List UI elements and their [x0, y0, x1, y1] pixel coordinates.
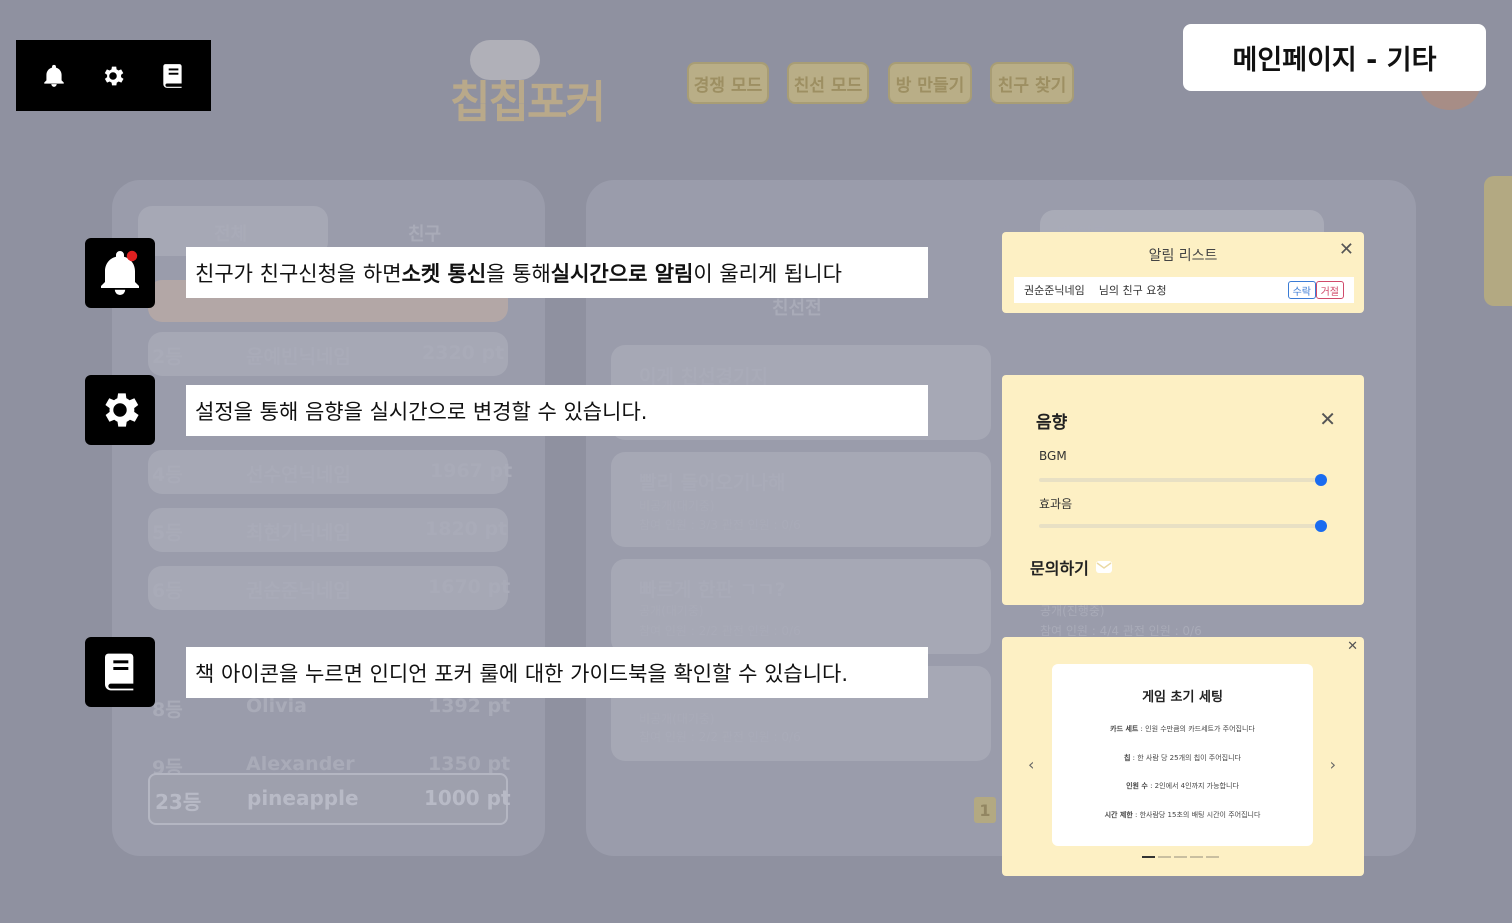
- toolbar: [16, 40, 211, 111]
- sfx-slider-knob[interactable]: [1315, 520, 1327, 532]
- guide-title: 게임 초기 세팅: [1142, 690, 1223, 705]
- book-icon[interactable]: [153, 56, 193, 96]
- page-indicator: [1142, 856, 1219, 858]
- page-title: 메인페이지 - 기타: [1183, 24, 1486, 91]
- sound-settings-popup: 음향 ✕ BGM 효과음 문의하기: [1002, 375, 1364, 605]
- bgm-label: BGM: [1039, 449, 1067, 463]
- page-dot[interactable]: [1142, 856, 1155, 858]
- bell-icon: [85, 238, 155, 308]
- notification-popup: 알림 리스트 ✕ 권순준닉네임 님의 친구 요청 수락 거절: [1002, 232, 1364, 313]
- guidebook-popup: ✕ 게임 초기 세팅 카드 세트 : 인원 수만큼의 카드세트가 주어집니다 칩…: [1002, 637, 1364, 876]
- guide-line: 시간 제한 : 한사람당 15초의 배팅 시간이 주어집니다: [1104, 811, 1261, 819]
- notification-caption: 친구가 친구신청을 하면 소켓 통신 을 통해 실시간으로 알림 이 울리게 됩니다: [186, 247, 928, 298]
- reject-button[interactable]: 거절: [1315, 281, 1344, 299]
- book-icon: [85, 637, 155, 707]
- page-dot[interactable]: [1158, 856, 1171, 858]
- next-page-icon[interactable]: ›: [1330, 755, 1336, 774]
- accept-button[interactable]: 수락: [1287, 281, 1316, 299]
- sfx-slider[interactable]: [1039, 520, 1327, 532]
- guide-line: 칩 : 한 사람 당 25개의 칩이 주어집니다: [1123, 754, 1241, 762]
- notification-message: 님의 친구 요청: [1098, 284, 1167, 297]
- inquiry-label: 문의하기: [1030, 559, 1089, 578]
- settings-caption: 설정을 통해 음향을 실시간으로 변경할 수 있습니다.: [186, 385, 928, 436]
- guide-line: 인원 수 : 2인에서 4인까지 가능합니다: [1126, 782, 1239, 790]
- app-logo: 칩칩포커: [450, 40, 632, 130]
- sender-name: 권순준닉네임: [1024, 284, 1085, 297]
- close-icon[interactable]: ✕: [1319, 407, 1336, 431]
- sound-title: 음향: [1036, 413, 1068, 433]
- close-icon[interactable]: ✕: [1347, 639, 1358, 654]
- page-dot[interactable]: [1206, 856, 1219, 858]
- bgm-slider[interactable]: [1039, 474, 1327, 486]
- nav-friendly-mode: 친선 모드: [787, 62, 869, 104]
- gear-icon[interactable]: [93, 56, 133, 96]
- bell-icon[interactable]: [34, 56, 74, 96]
- mail-icon: [1095, 561, 1112, 573]
- gear-icon: [85, 375, 155, 445]
- page-dot[interactable]: [1174, 856, 1187, 858]
- nav-find-friend: 친구 찾기: [990, 62, 1074, 104]
- notification-item: 권순준닉네임 님의 친구 요청 수락 거절: [1014, 277, 1354, 303]
- notification-popup-title: 알림 리스트: [1148, 248, 1218, 264]
- guide-line: 카드 세트 : 인원 수만큼의 카드세트가 주어집니다: [1110, 725, 1255, 733]
- prev-page-icon[interactable]: ‹: [1028, 755, 1034, 774]
- inquiry-button[interactable]: 문의하기: [1030, 555, 1113, 579]
- bgm-slider-knob[interactable]: [1315, 474, 1327, 486]
- page-dot[interactable]: [1190, 856, 1203, 858]
- nav-create-room: 방 만들기: [888, 62, 972, 104]
- guide-card: 게임 초기 세팅 카드 세트 : 인원 수만큼의 카드세트가 주어집니다 칩 :…: [1052, 664, 1313, 846]
- nav-competitive-mode: 경쟁 모드: [687, 62, 769, 104]
- close-icon[interactable]: ✕: [1339, 239, 1354, 260]
- guidebook-caption: 책 아이콘을 누르면 인디언 포커 룰에 대한 가이드북을 확인할 수 있습니다…: [186, 647, 928, 698]
- page-number: 1: [974, 797, 996, 823]
- sfx-label: 효과음: [1039, 497, 1073, 511]
